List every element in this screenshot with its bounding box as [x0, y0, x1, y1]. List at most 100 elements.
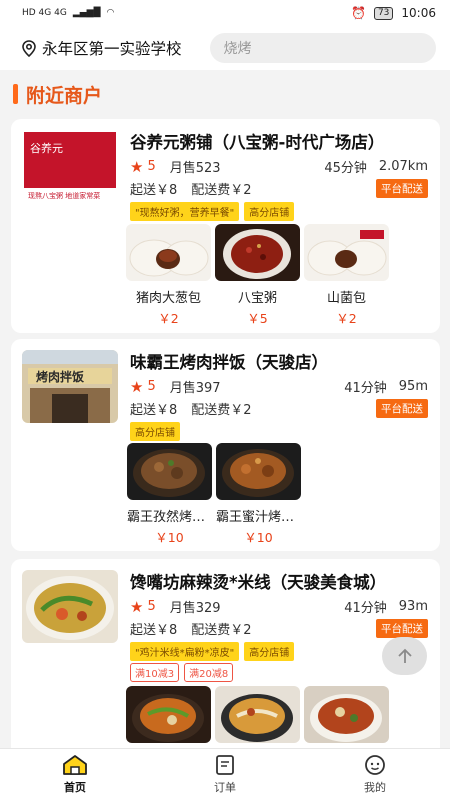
dish-image: [304, 686, 389, 743]
shop-distance: 2.07km: [378, 159, 428, 174]
tab-label: 订单: [214, 781, 236, 794]
top-header: 永年区第一实验学校 烧烤: [0, 26, 450, 70]
dish-image: [216, 443, 301, 500]
scroll-top-button[interactable]: [382, 637, 427, 675]
promo-list: 满10减3 满20减8: [130, 663, 234, 682]
shop-fees: 起送￥8 配送费￥2 平台配送: [130, 619, 428, 638]
shop-fees: 起送￥8 配送费￥2 平台配送: [130, 399, 428, 418]
min-order: 起送￥8: [130, 623, 178, 638]
tab-home[interactable]: 首页: [0, 749, 150, 800]
signal-icon: ▂▄▆█: [72, 8, 101, 18]
dish-image: [127, 443, 212, 500]
tab-label: 首页: [64, 781, 86, 794]
dish-name: 霸王蜜汁烤肉饭: [216, 510, 301, 525]
dish-item[interactable]: [215, 686, 300, 743]
shop-distance: 95m: [398, 379, 428, 394]
shop-stats: ★ 5 月售397 41分钟 95m: [130, 377, 428, 397]
tab-profile[interactable]: 我的: [300, 749, 450, 800]
dish-image: [126, 686, 211, 743]
arrow-up-icon: [397, 648, 412, 663]
dish-price: ￥2: [158, 311, 179, 326]
shop-tags: "鸡汁米线*扁粉*凉皮" 高分店铺: [130, 642, 295, 661]
shop-distance: 93m: [398, 599, 428, 614]
shop-stats: ★ 5 月售523 45分钟 2.07km: [130, 157, 428, 177]
alarm-icon: ⏰: [351, 6, 366, 20]
dish-item[interactable]: 八宝粥 ￥5: [215, 224, 300, 327]
shop-name[interactable]: 味霸王烤肉拌饭（天骏店）: [130, 349, 430, 373]
order-icon: [216, 755, 234, 775]
dish-image: [215, 686, 300, 743]
dish-item[interactable]: 霸王孜然烤肉饭 ￥10: [127, 443, 212, 546]
location-label: 永年区第一实验学校: [42, 40, 182, 58]
bottom-tab-bar: 首页 订单 我的: [0, 748, 450, 800]
dish-item[interactable]: 山菌包 ￥2: [304, 224, 389, 327]
dish-image: [304, 224, 389, 281]
svg-text:现熬八宝粥 地道家常菜: 现熬八宝粥 地道家常菜: [28, 191, 100, 200]
delivery-fee: 配送费￥2: [191, 623, 252, 638]
shop-name[interactable]: 谷养元粥铺（八宝粥-时代广场店）: [130, 129, 430, 153]
shop-card[interactable]: 馋嘴坊麻辣烫*米线（天骏美食城） ★ 5 月售329 41分钟 93m 起送￥8…: [11, 559, 440, 759]
star-icon: ★: [130, 377, 144, 396]
delivery-time: 41分钟: [344, 601, 387, 616]
location-selector[interactable]: 永年区第一实验学校: [22, 37, 182, 59]
dish-price: ￥10: [244, 530, 273, 545]
shop-card[interactable]: 烤肉拌饭 味霸王烤肉拌饭（天骏店） ★ 5 月售397 41分钟 95m 起送￥…: [11, 339, 440, 551]
shop-tag: "现熬好粥，营养早餐": [130, 202, 240, 221]
dish-item[interactable]: 霸王蜜汁烤肉饭 ￥10: [216, 443, 301, 546]
tab-label: 我的: [364, 781, 386, 794]
delivery-time: 41分钟: [344, 381, 387, 396]
search-placeholder: 烧烤: [223, 41, 252, 57]
dish-item[interactable]: [304, 686, 389, 743]
dish-item[interactable]: [126, 686, 211, 743]
section-accent-bar: [13, 84, 18, 104]
shop-tag: "鸡汁米线*扁粉*凉皮": [130, 642, 240, 661]
dish-price: ￥10: [155, 530, 184, 545]
shop-tag: 高分店铺: [130, 422, 180, 441]
wifi-icon: ◠: [106, 8, 115, 18]
battery-icon: 73: [373, 6, 394, 20]
dish-price: ￥2: [336, 311, 357, 326]
clock: 10:06: [401, 6, 436, 20]
min-order: 起送￥8: [130, 183, 178, 198]
search-input[interactable]: 烧烤: [209, 33, 436, 63]
shop-rating: 5: [147, 599, 156, 614]
shop-rating: 5: [147, 379, 156, 394]
platform-delivery-badge: 平台配送: [376, 619, 428, 638]
network-status: HD 4G 4G: [22, 8, 67, 18]
shop-sales: 月售523: [169, 161, 221, 176]
dish-list: 猪肉大葱包 ￥2 八宝粥 ￥5 山菌包 ￥2: [126, 224, 389, 327]
promo-badge: 满20减8: [184, 663, 234, 682]
shop-tags: "现熬好粥，营养早餐" 高分店铺: [130, 202, 295, 221]
shop-stats: ★ 5 月售329 41分钟 93m: [130, 597, 428, 617]
shop-thumbnail: 谷养元 现熬八宝粥 地道家常菜: [22, 130, 118, 203]
profile-icon: [365, 755, 385, 775]
svg-text:烤肉拌饭: 烤肉拌饭: [36, 369, 84, 384]
tab-orders[interactable]: 订单: [150, 749, 300, 800]
star-icon: ★: [130, 157, 144, 176]
shop-rating: 5: [147, 159, 156, 174]
dish-image: [215, 224, 300, 281]
section-title: 附近商户: [26, 84, 103, 107]
star-icon: ★: [130, 597, 144, 616]
delivery-fee: 配送费￥2: [191, 403, 252, 418]
dish-list: 霸王孜然烤肉饭 ￥10 霸王蜜汁烤肉饭 ￥10: [127, 443, 301, 546]
shop-card[interactable]: 谷养元 现熬八宝粥 地道家常菜 谷养元粥铺（八宝粥-时代广场店） ★ 5 月售5…: [11, 119, 440, 333]
dish-item[interactable]: 猪肉大葱包 ￥2: [126, 224, 211, 327]
delivery-fee: 配送费￥2: [191, 183, 252, 198]
dish-name: 山菌包: [326, 291, 366, 306]
shop-tags: 高分店铺: [130, 422, 180, 441]
shop-thumbnail: [22, 570, 118, 643]
location-pin-icon: [22, 39, 36, 57]
home-icon: [63, 755, 87, 775]
shop-sales: 月售397: [169, 381, 221, 396]
dish-image: [126, 224, 211, 281]
platform-delivery-badge: 平台配送: [376, 399, 428, 418]
min-order: 起送￥8: [130, 403, 178, 418]
shop-tag: 高分店铺: [244, 202, 295, 221]
signal-indicators: HD 4G 4G ▂▄▆█ ◠: [22, 8, 114, 18]
promo-badge: 满10减3: [130, 663, 180, 682]
shop-sales: 月售329: [169, 601, 221, 616]
dish-name: 霸王孜然烤肉饭: [127, 510, 212, 525]
dish-name: 猪肉大葱包: [135, 291, 201, 306]
shop-name[interactable]: 馋嘴坊麻辣烫*米线（天骏美食城）: [130, 569, 430, 593]
